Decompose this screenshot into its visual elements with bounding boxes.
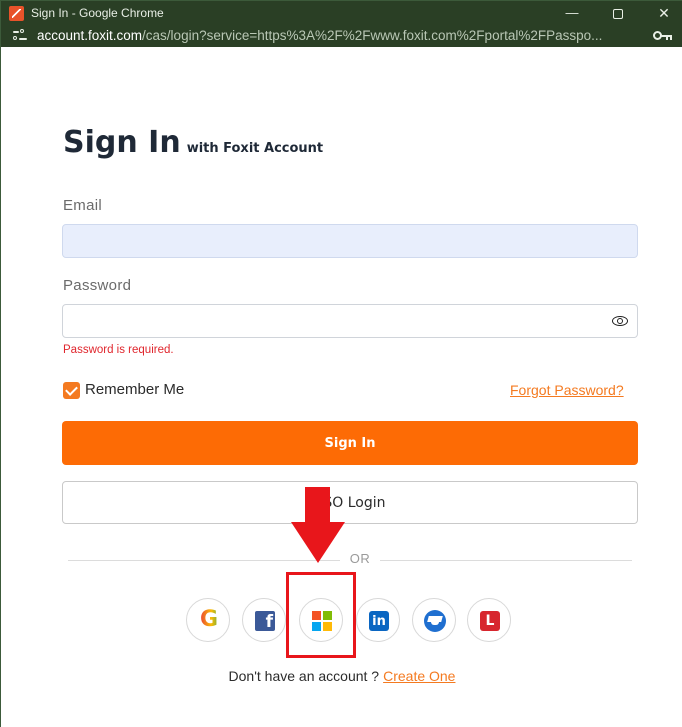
google-login-button[interactable]: G bbox=[186, 598, 230, 642]
education-login-button[interactable] bbox=[412, 598, 456, 642]
password-error-message: Password is required. bbox=[63, 344, 174, 356]
password-label: Password bbox=[63, 277, 132, 294]
close-button[interactable]: ✕ bbox=[649, 3, 679, 23]
annotation-highlight-box bbox=[286, 572, 356, 658]
no-account-text: Don't have an account ? bbox=[228, 668, 380, 684]
site-info-icon[interactable] bbox=[13, 29, 27, 43]
minimize-button[interactable]: — bbox=[557, 3, 587, 23]
maximize-button[interactable] bbox=[603, 3, 633, 23]
graduation-cap-icon bbox=[424, 610, 446, 632]
annotation-arrow-shaft bbox=[305, 487, 330, 523]
foxit-logo-icon bbox=[9, 6, 24, 21]
sign-in-button[interactable]: Sign In bbox=[62, 421, 638, 465]
linkedin-icon: in bbox=[369, 611, 389, 631]
signup-footer: Don't have an account ? Create One bbox=[1, 668, 682, 684]
remember-me-label[interactable]: Remember Me bbox=[85, 381, 184, 398]
or-divider-label: OR bbox=[349, 551, 371, 566]
heading-subtitle: with Foxit Account bbox=[186, 141, 324, 156]
title-row: Sign In - Google Chrome — ✕ bbox=[1, 1, 682, 25]
sso-login-button[interactable]: SSO Login bbox=[62, 481, 638, 524]
url-text[interactable]: account.foxit.com/cas/login?service=http… bbox=[37, 28, 637, 43]
google-icon: G bbox=[187, 607, 231, 632]
checkbox-checked-icon[interactable] bbox=[63, 382, 80, 399]
url-path: /cas/login?service=https%3A%2F%2Fwww.fox… bbox=[142, 28, 603, 43]
password-key-icon[interactable] bbox=[653, 30, 673, 42]
url-host: account.foxit.com bbox=[37, 28, 143, 43]
linkedin-login-button[interactable]: in bbox=[356, 598, 400, 642]
window-title: Sign In - Google Chrome bbox=[31, 6, 164, 20]
page-title: Sign In with Foxit Account bbox=[63, 125, 323, 160]
show-password-eye-icon[interactable] bbox=[612, 315, 628, 327]
email-label: Email bbox=[63, 197, 103, 214]
facebook-login-button[interactable]: f bbox=[242, 598, 286, 642]
address-bar[interactable]: account.foxit.com/cas/login?service=http… bbox=[1, 25, 682, 47]
email-field[interactable] bbox=[62, 224, 638, 258]
annotation-arrow-down-icon bbox=[291, 522, 345, 563]
l-logo-icon: L bbox=[480, 611, 500, 631]
heading-main: Sign In bbox=[63, 125, 181, 160]
facebook-icon: f bbox=[255, 611, 275, 631]
l-login-button[interactable]: L bbox=[467, 598, 511, 642]
title-bar: Sign In - Google Chrome — ✕ account.foxi… bbox=[1, 1, 682, 47]
browser-window: Sign In - Google Chrome — ✕ account.foxi… bbox=[0, 0, 682, 727]
create-account-link[interactable]: Create One bbox=[383, 668, 455, 684]
divider-right bbox=[380, 560, 632, 561]
forgot-password-link[interactable]: Forgot Password? bbox=[510, 382, 624, 398]
password-field[interactable] bbox=[62, 304, 638, 338]
maximize-icon bbox=[613, 8, 623, 19]
